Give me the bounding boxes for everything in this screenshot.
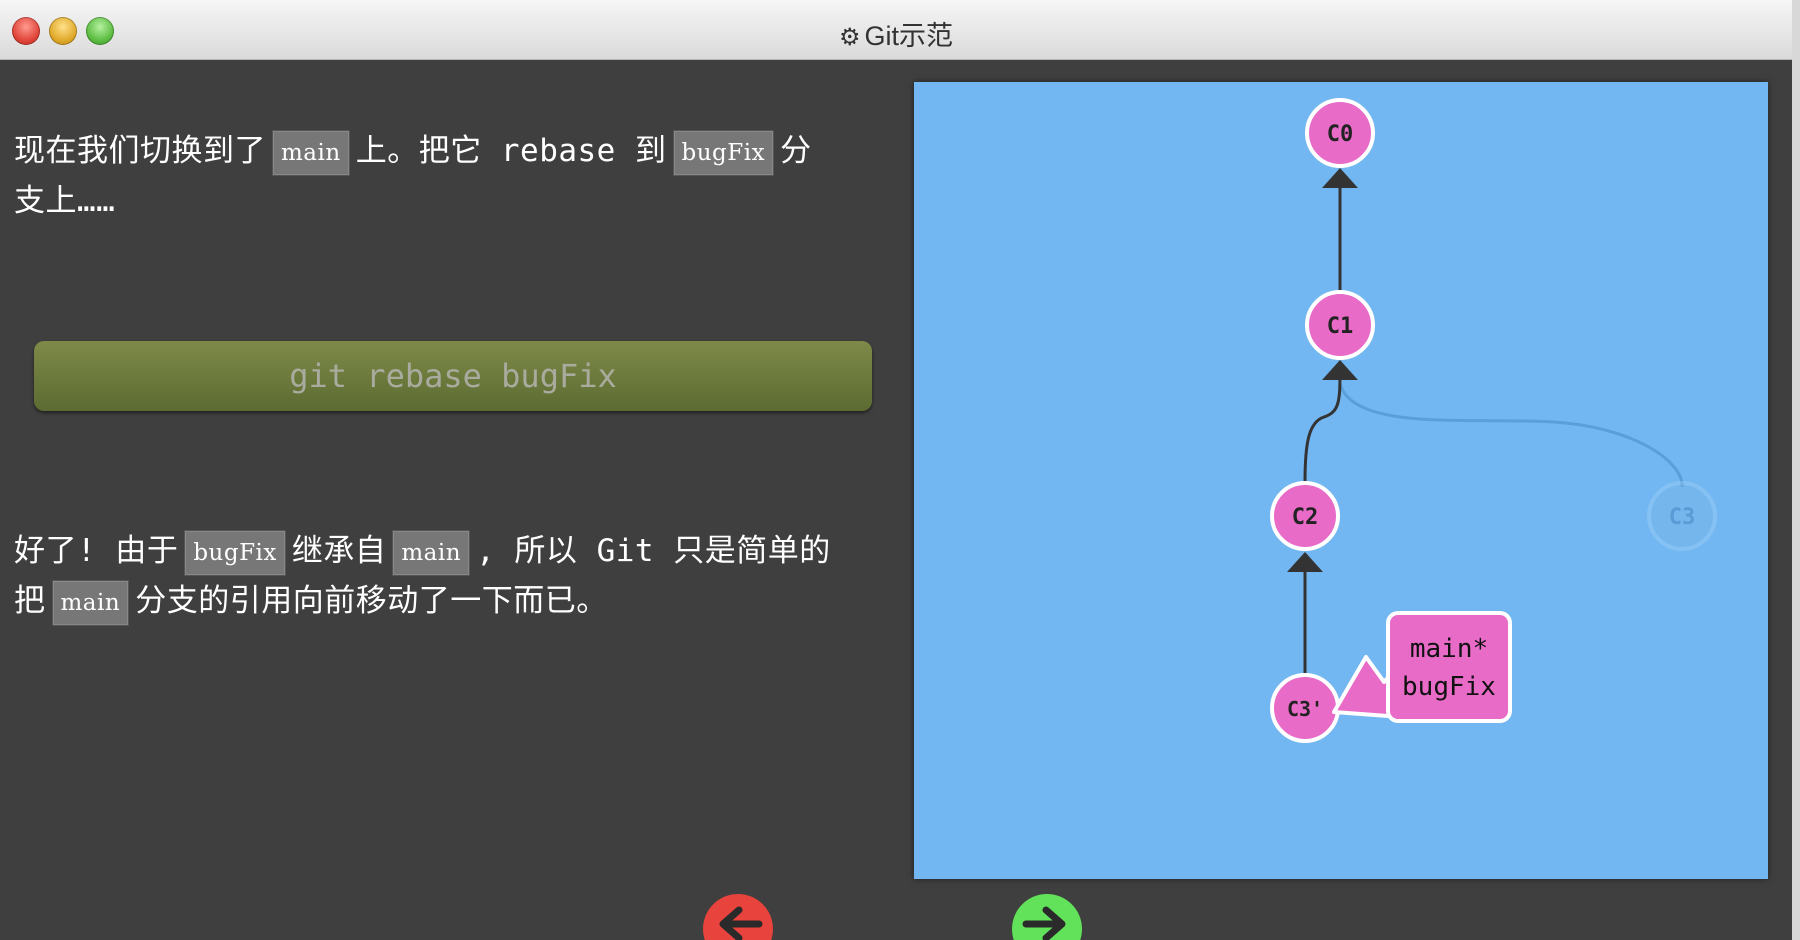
window-title-text: Git示范 (864, 21, 954, 51)
arrow-left-icon (719, 906, 763, 940)
commit-c2[interactable]: C2 (1270, 481, 1340, 551)
commit-c3-prime[interactable]: C3' (1270, 673, 1340, 743)
arrow-head (1287, 552, 1323, 572)
code-main: main (272, 129, 350, 176)
commit-c0[interactable]: C0 (1305, 98, 1375, 168)
text-segment: 支上…… (14, 183, 116, 219)
commit-label: C3' (1287, 697, 1323, 721)
window-title: ⚙ Git示范 (0, 14, 1792, 53)
arrow-right-icon (1022, 906, 1066, 940)
edge-c2-c1 (1303, 371, 1342, 483)
back-button[interactable] (703, 894, 773, 940)
branch-label-main-bugfix[interactable]: main* bugFix (1386, 611, 1512, 723)
text-segment: 把 (14, 583, 46, 619)
window-edge (1792, 0, 1800, 940)
instruction-paragraph-1: 现在我们切换到了 main 上。把它 rebase 到 bugFix 分 支上…… (14, 126, 894, 226)
code-main: main (392, 529, 471, 576)
gear-icon: ⚙ (838, 24, 861, 51)
branch-label-text: main* (1410, 634, 1488, 664)
text-segment: 分支的引用向前移动了一下而已。 (135, 583, 608, 619)
text-segment: 继承自 (291, 533, 387, 569)
code-main: main (51, 579, 130, 626)
commit-label: C0 (1327, 122, 1354, 147)
text-segment: 上。把它 rebase 到 (355, 133, 667, 169)
arrow-head (1322, 168, 1358, 188)
commit-c3-faded[interactable]: C3 (1647, 481, 1717, 551)
arrow-head (1322, 360, 1358, 380)
text-segment: , 所以 Git 只是简单的 (476, 533, 831, 569)
faded-branch-edge (1338, 383, 1684, 488)
text-segment: 好了! 由于 (14, 533, 179, 569)
commit-c1[interactable]: C1 (1305, 290, 1375, 360)
commit-graph-canvas: C0 C1 C2 C3' C3 main* bugFix (914, 82, 1768, 879)
instruction-paragraph-2: 好了! 由于 bugFix 继承自 main, 所以 Git 只是简单的 把 main 分… (14, 526, 894, 626)
commit-label: C2 (1292, 505, 1319, 530)
forward-button[interactable] (1012, 894, 1082, 940)
code-bugfix: bugFix (672, 129, 775, 176)
commit-label: C3 (1669, 505, 1696, 530)
commit-graph: C0 C1 C2 C3' C3 main* bugFix (1270, 98, 1717, 743)
code-bugfix: bugFix (184, 529, 286, 576)
branch-label-text: bugFix (1402, 672, 1496, 702)
text-segment: 分 (780, 133, 812, 169)
command-button[interactable]: git rebase bugFix (34, 341, 872, 411)
text-segment: 现在我们切换到了 (14, 133, 266, 169)
title-bar: ⚙ Git示范 (0, 0, 1792, 60)
commit-label: C1 (1327, 314, 1354, 339)
